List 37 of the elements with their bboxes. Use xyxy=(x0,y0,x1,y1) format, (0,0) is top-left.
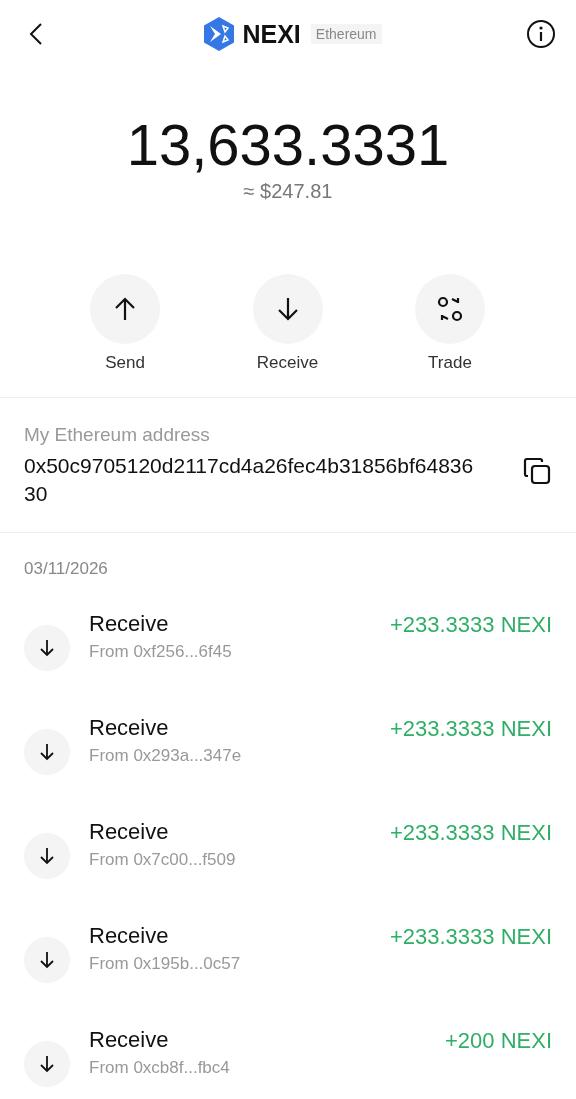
sender-address: From 0x195b...0c57 xyxy=(89,954,242,974)
transaction-amount: +233.3333 NEXI xyxy=(389,820,552,846)
down-arrow-icon xyxy=(39,1055,55,1073)
token-name: NEXI xyxy=(242,19,301,49)
back-button[interactable] xyxy=(28,22,44,46)
down-arrow-icon xyxy=(39,951,55,969)
sender-address: From 0xcb8f...fbc4 xyxy=(89,1058,231,1078)
up-arrow-icon xyxy=(113,296,137,322)
receive-button[interactable]: Receive xyxy=(217,274,358,374)
transaction-amount: +233.3333 NEXI xyxy=(389,612,552,638)
transaction-title: Receive xyxy=(89,715,170,741)
fiat-value: ≈ $247.81 xyxy=(243,180,333,203)
wallet-address: 0x50c9705120d2117cd4a26fec4b31856bf6483630 xyxy=(24,453,474,507)
network-tag: Ethereum xyxy=(310,24,382,44)
logo-icon xyxy=(202,16,237,52)
balance-amount: 13,633.3331 xyxy=(126,112,450,178)
down-arrow-icon xyxy=(39,847,55,865)
down-arrow-icon xyxy=(39,639,55,657)
copy-button[interactable] xyxy=(522,456,552,486)
transaction-amount: +233.3333 NEXI xyxy=(389,924,552,950)
transaction-title: Receive xyxy=(89,923,170,949)
trade-button[interactable]: Trade xyxy=(380,274,520,374)
down-arrow-icon xyxy=(275,296,300,322)
date-heading: 03/11/2026 xyxy=(24,558,109,580)
send-button[interactable]: Send xyxy=(55,274,195,374)
swap-icon xyxy=(437,296,463,322)
transaction-title: Receive xyxy=(89,819,170,845)
transaction-title: Receive xyxy=(89,1027,170,1053)
info-button[interactable] xyxy=(526,19,556,49)
transaction-title: Receive xyxy=(89,611,170,637)
address-label: My Ethereum address xyxy=(24,424,211,446)
transaction-amount: +233.3333 NEXI xyxy=(389,716,552,742)
down-arrow-icon xyxy=(39,743,55,761)
sender-address: From 0x293a...347e xyxy=(89,746,243,766)
transaction-amount: +200 NEXI xyxy=(445,1028,552,1054)
sender-address: From 0x7c00...f509 xyxy=(89,850,237,870)
sender-address: From 0xf256...6f45 xyxy=(89,642,233,662)
